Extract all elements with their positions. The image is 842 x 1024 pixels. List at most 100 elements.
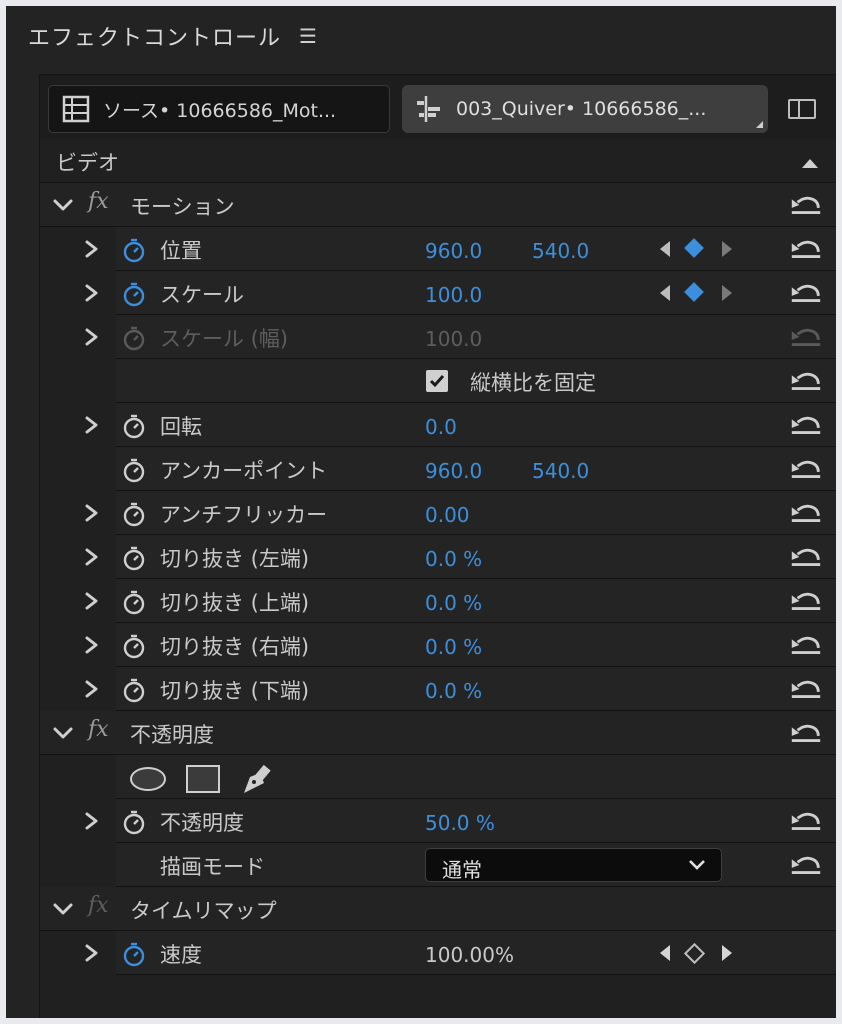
crop-bottom-value[interactable]: 0.0 % (425, 679, 482, 703)
checkmark-icon (429, 375, 445, 388)
reset-icon[interactable] (788, 545, 824, 569)
reset-icon[interactable] (788, 369, 824, 393)
rotation-value[interactable]: 0.0 (425, 415, 457, 439)
source-clip-tab[interactable]: ソース• 10666586_Mot... (48, 85, 390, 133)
expand-chevron-icon[interactable] (82, 503, 102, 523)
stopwatch-icon[interactable] (122, 281, 146, 307)
position-x-value[interactable]: 960.0 (425, 239, 482, 263)
rectangle-mask-icon[interactable] (186, 765, 220, 793)
crop-right-value[interactable]: 0.0 % (425, 635, 482, 659)
fx-icon[interactable]: fx (88, 189, 109, 214)
chevron-down-icon[interactable] (52, 723, 74, 743)
stopwatch-icon[interactable] (122, 677, 146, 703)
param-speed: 速度 100.00% (85, 931, 836, 975)
stopwatch-icon[interactable] (122, 237, 146, 263)
blend-mode-value: 通常 (442, 858, 482, 882)
motion-effect-header[interactable]: fx モーション (40, 183, 836, 227)
expand-chevron-icon[interactable] (82, 591, 102, 611)
prev-keyframe-icon[interactable] (660, 945, 670, 961)
uniform-scale-checkbox[interactable] (426, 370, 448, 392)
stopwatch-icon[interactable] (122, 457, 146, 483)
stopwatch-icon[interactable] (122, 545, 146, 571)
crop-top-value[interactable]: 0.0 % (425, 591, 482, 615)
pen-mask-icon[interactable] (240, 763, 274, 795)
reset-icon[interactable] (788, 501, 824, 525)
reset-icon[interactable] (788, 281, 824, 305)
scale-width-label: スケール (幅) (160, 327, 289, 351)
reset-icon[interactable] (788, 721, 824, 745)
scale-width-value: 100.0 (425, 327, 483, 351)
fx-icon[interactable]: fx (88, 717, 109, 742)
keyframe-diamond-icon[interactable] (683, 942, 706, 965)
opacity-value[interactable]: 50.0 % (425, 811, 495, 835)
param-uniform-scale: 縦横比を固定 (116, 359, 836, 403)
param-position: 位置 960.0 540.0 (85, 227, 836, 271)
stopwatch-icon[interactable] (122, 633, 146, 659)
time-remap-effect-header[interactable]: fx タイムリマップ (40, 887, 836, 931)
corner-arrow-icon (756, 121, 763, 128)
expand-chevron-icon[interactable] (82, 943, 102, 963)
panel-title-bar: エフェクトコントロール ☰ (28, 20, 318, 52)
param-crop-bottom: 切り抜き (下端) 0.0 % (85, 667, 836, 711)
crop-left-value[interactable]: 0.0 % (425, 547, 482, 571)
reset-icon[interactable] (788, 633, 824, 657)
reset-icon[interactable] (788, 853, 824, 877)
reset-icon[interactable] (788, 237, 824, 261)
anchor-label: アンカーポイント (160, 459, 328, 483)
next-keyframe-icon[interactable] (722, 945, 732, 961)
blend-mode-label: 描画モード (160, 855, 265, 879)
stopwatch-icon[interactable] (122, 809, 146, 835)
sequence-clip-label: 003_Quiver• 10666586_... (456, 98, 707, 120)
next-keyframe-icon[interactable] (722, 241, 732, 257)
menu-icon[interactable]: ☰ (299, 24, 318, 48)
expand-chevron-icon[interactable] (82, 547, 102, 567)
param-anchor-point: アンカーポイント 960.0 540.0 (116, 447, 836, 491)
video-header[interactable]: ビデオ (40, 139, 836, 183)
keyframe-diamond-icon[interactable] (684, 282, 704, 302)
opacity-effect-header[interactable]: fx 不透明度 (40, 711, 836, 755)
rotation-label: 回転 (160, 415, 202, 439)
expand-chevron-icon[interactable] (82, 327, 102, 347)
reset-icon[interactable] (788, 457, 824, 481)
expand-chevron-icon[interactable] (82, 239, 102, 259)
ellipse-mask-icon[interactable] (130, 767, 166, 791)
param-scale: スケール 100.0 (85, 271, 836, 315)
stopwatch-icon[interactable] (122, 941, 146, 967)
expand-chevron-icon[interactable] (82, 811, 102, 831)
position-y-value[interactable]: 540.0 (532, 239, 589, 263)
next-keyframe-icon[interactable] (722, 285, 732, 301)
reset-icon[interactable] (788, 677, 824, 701)
stopwatch-icon[interactable] (122, 501, 146, 527)
expand-chevron-icon[interactable] (82, 679, 102, 699)
param-antiflicker: アンチフリッカー 0.00 (85, 491, 836, 535)
reset-icon[interactable] (788, 193, 824, 217)
blend-mode-dropdown[interactable]: 通常 (425, 848, 722, 882)
expand-chevron-icon[interactable] (82, 415, 102, 435)
speed-value[interactable]: 100.00% (425, 943, 514, 967)
prev-keyframe-icon[interactable] (660, 241, 670, 257)
anchor-y-value[interactable]: 540.0 (532, 459, 589, 483)
panel-toggle-icon[interactable] (788, 99, 816, 119)
sequence-clip-icon (417, 96, 440, 122)
reset-icon[interactable] (788, 589, 824, 613)
fx-icon: fx (88, 893, 109, 918)
mask-tools-row (116, 755, 836, 799)
anchor-x-value[interactable]: 960.0 (425, 459, 482, 483)
antiflicker-value[interactable]: 0.00 (425, 503, 470, 527)
stopwatch-icon[interactable] (122, 413, 146, 439)
stopwatch-icon[interactable] (122, 589, 146, 615)
expand-chevron-icon[interactable] (82, 283, 102, 303)
effect-controls-panel: エフェクトコントロール ☰ ソース• 10666586_Mot... 003_Q… (6, 6, 836, 1018)
reset-icon[interactable] (788, 413, 824, 437)
collapse-triangle-icon[interactable] (802, 159, 818, 168)
keyframe-diamond-icon[interactable] (684, 238, 704, 258)
chevron-down-icon[interactable] (52, 195, 74, 215)
reset-icon[interactable] (788, 809, 824, 833)
expand-chevron-icon[interactable] (82, 635, 102, 655)
chevron-down-icon[interactable] (52, 899, 74, 919)
param-rotation: 回転 0.0 (85, 403, 836, 447)
scale-value[interactable]: 100.0 (425, 283, 482, 307)
sequence-clip-tab[interactable]: 003_Quiver• 10666586_... (402, 85, 768, 133)
source-clip-label: ソース• 10666586_Mot... (103, 99, 337, 122)
prev-keyframe-icon[interactable] (660, 285, 670, 301)
